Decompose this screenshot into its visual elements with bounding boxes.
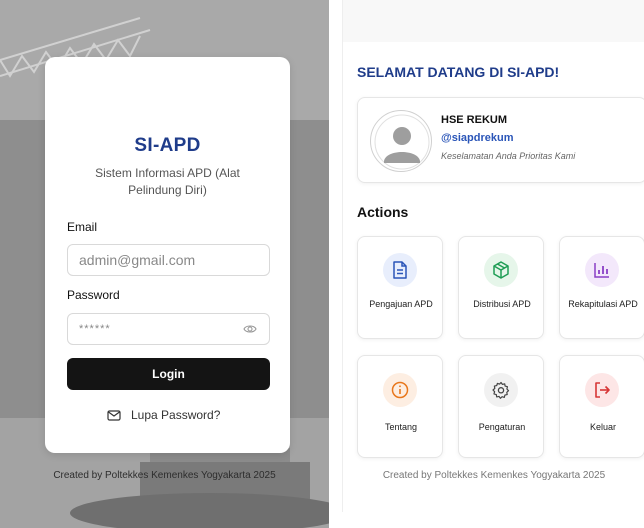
- action-label: Pengajuan APD: [369, 299, 433, 309]
- eye-icon[interactable]: [243, 323, 257, 335]
- action-label: Pengaturan: [478, 422, 526, 432]
- password-label: Password: [67, 288, 120, 302]
- action-distribusi-apd[interactable]: Distribusi APD: [458, 236, 544, 339]
- forgot-password-label: Lupa Password?: [131, 408, 221, 422]
- action-pengaturan[interactable]: Pengaturan: [458, 355, 544, 458]
- login-footer: Created by Poltekkes Kemenkes Yogyakarta…: [53, 470, 276, 481]
- welcome-title: SELAMAT DATANG DI SI-APD!: [357, 64, 560, 80]
- avatar: [370, 110, 432, 172]
- action-pengajuan-apd[interactable]: Pengajuan APD: [357, 236, 443, 339]
- email-field[interactable]: [67, 244, 270, 276]
- app-subtitle: Sistem Informasi APD (Alat Pelindung Dir…: [95, 166, 240, 197]
- gear-icon: [484, 373, 518, 407]
- info-icon: [383, 373, 417, 407]
- top-bar: [343, 0, 644, 42]
- profile-handle[interactable]: @siapdrekum: [441, 132, 513, 144]
- document-icon: [383, 253, 417, 287]
- logout-icon: [585, 373, 619, 407]
- action-tentang[interactable]: Tentang: [357, 355, 443, 458]
- user-avatar-icon: [374, 114, 430, 170]
- password-field[interactable]: [67, 313, 270, 345]
- login-button[interactable]: Login: [67, 358, 270, 390]
- forgot-password-link[interactable]: Lupa Password?: [107, 408, 220, 422]
- action-rekapitulasi-apd[interactable]: Rekapitulasi APD: [559, 236, 644, 339]
- email-label: Email: [67, 220, 98, 234]
- action-label: Distribusi APD: [473, 299, 531, 309]
- dashboard-footer: Created by Poltekkes Kemenkes Yogyakarta…: [382, 470, 606, 481]
- login-card: SI-APD Sistem Informasi APD (Alat Pelind…: [45, 57, 290, 453]
- package-icon: [484, 253, 518, 287]
- login-screen: SI-APD Sistem Informasi APD (Alat Pelind…: [0, 0, 329, 528]
- profile-name: HSE REKUM: [441, 114, 508, 126]
- action-label: Keluar: [589, 422, 616, 432]
- dashboard-screen: SELAMAT DATANG DI SI-APD! HSE REKUM @sia…: [342, 0, 644, 512]
- action-label: Tentang: [384, 422, 418, 432]
- mail-icon: [107, 409, 121, 421]
- app-title: SI-APD: [134, 135, 201, 156]
- bar-chart-icon: [585, 253, 619, 287]
- profile-tagline: Keselamatan Anda Prioritas Kami: [441, 151, 576, 161]
- action-label: Rekapitulasi APD: [568, 299, 638, 309]
- profile-card: HSE REKUM @siapdrekum Keselamatan Anda P…: [357, 97, 644, 183]
- action-keluar[interactable]: Keluar: [559, 355, 644, 458]
- actions-heading: Actions: [357, 204, 409, 220]
